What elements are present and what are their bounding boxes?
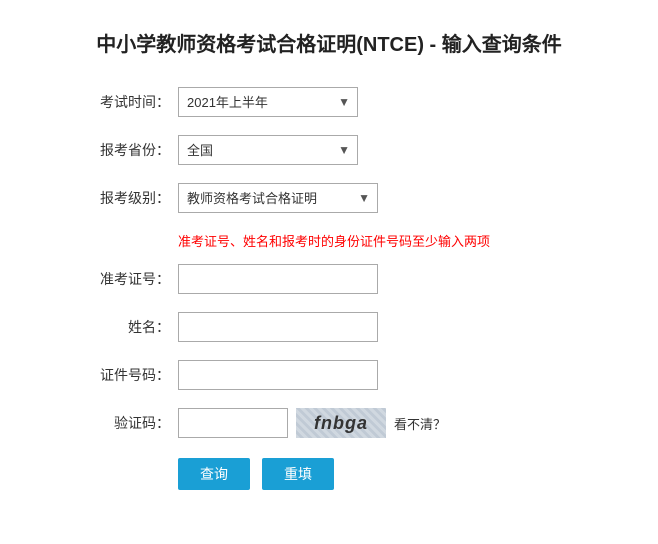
captcha-controls: fnbga 看不清？ xyxy=(178,408,446,438)
level-row: 报考级别 教师资格考试合格证明 幼儿园 小学 初中 高中 ▼ xyxy=(80,183,578,213)
error-message: 准考证号、姓名和报考时的身份证件号码至少输入两项 xyxy=(178,231,490,250)
exam-time-select[interactable]: 2021年上半年 2020年下半年 2020年上半年 2019年下半年 xyxy=(178,87,358,117)
captcha-refresh[interactable]: 看不清？ xyxy=(394,414,446,433)
captcha-display-text: fnbga xyxy=(314,413,368,434)
level-select-wrapper: 教师资格考试合格证明 幼儿园 小学 初中 高中 ▼ xyxy=(178,183,378,213)
id-row: 证件号码 xyxy=(80,360,578,390)
button-row: 查询 重填 xyxy=(80,458,578,490)
reset-button[interactable]: 重填 xyxy=(262,458,334,490)
query-button[interactable]: 查询 xyxy=(178,458,250,490)
admission-label: 准考证号 xyxy=(80,269,170,289)
province-row: 报考省份 全国 北京 上海 广东 浙江 ▼ xyxy=(80,135,578,165)
exam-time-select-wrapper: 2021年上半年 2020年下半年 2020年上半年 2019年下半年 ▼ xyxy=(178,87,358,117)
province-label: 报考省份 xyxy=(80,140,170,160)
exam-time-row: 考试时间 2021年上半年 2020年下半年 2020年上半年 2019年下半年… xyxy=(80,87,578,117)
captcha-image[interactable]: fnbga xyxy=(296,408,386,438)
error-row: 准考证号、姓名和报考时的身份证件号码至少输入两项 xyxy=(80,231,578,250)
name-input[interactable] xyxy=(178,312,378,342)
admission-input[interactable] xyxy=(178,264,378,294)
exam-time-label: 考试时间 xyxy=(80,92,170,112)
captcha-input[interactable] xyxy=(178,408,288,438)
level-select[interactable]: 教师资格考试合格证明 幼儿园 小学 初中 高中 xyxy=(178,183,378,213)
name-row: 姓名 xyxy=(80,312,578,342)
id-label: 证件号码 xyxy=(80,365,170,385)
admission-row: 准考证号 xyxy=(80,264,578,294)
captcha-row: 验证码 fnbga 看不清？ xyxy=(80,408,578,438)
province-select[interactable]: 全国 北京 上海 广东 浙江 xyxy=(178,135,358,165)
page-title: 中小学教师资格考试合格证明(NTCE) - 输入查询条件 xyxy=(0,0,658,77)
captcha-label: 验证码 xyxy=(80,413,170,433)
province-select-wrapper: 全国 北京 上海 广东 浙江 ▼ xyxy=(178,135,358,165)
name-label: 姓名 xyxy=(80,317,170,337)
level-label: 报考级别 xyxy=(80,188,170,208)
id-input[interactable] xyxy=(178,360,378,390)
form-container: 考试时间 2021年上半年 2020年下半年 2020年上半年 2019年下半年… xyxy=(0,77,658,520)
